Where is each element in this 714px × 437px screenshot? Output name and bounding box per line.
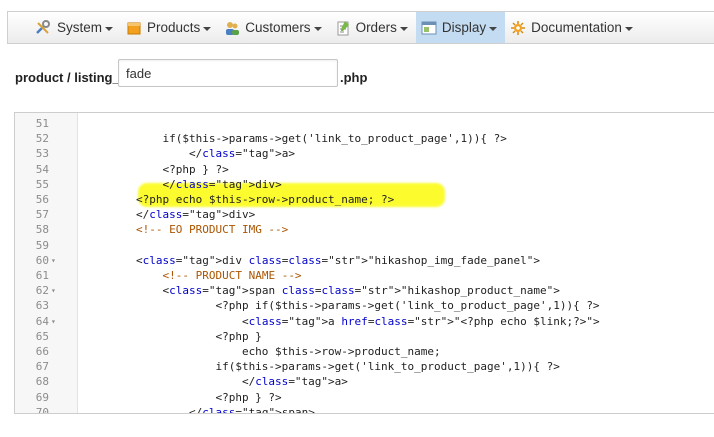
- code-text: </class="tag">span>: [83, 405, 315, 414]
- code-text: echo $this->row->product_name;: [83, 345, 441, 358]
- code-line: 59: [15, 238, 714, 253]
- chevron-down-icon: [203, 26, 212, 31]
- code-text: <?php }: [83, 329, 262, 343]
- code-text: <class="tag">span class=class="str">"hik…: [83, 284, 560, 298]
- line-number: 68: [35, 375, 49, 389]
- code-text: </class="tag">div>: [83, 177, 282, 191]
- code-text: <?php echo $this->row->product_name; ?>: [83, 193, 395, 206]
- code-text: <!-- PRODUCT NAME -->: [162, 269, 302, 282]
- tools-icon: [36, 20, 50, 34]
- line-number: 52: [35, 132, 49, 146]
- code-line: 56 <?php echo $this->row->product_name; …: [15, 192, 714, 207]
- display-icon: [421, 21, 437, 35]
- line-number: 55: [35, 177, 49, 191]
- code-text: if($this->params->get('link_to_product_p…: [83, 132, 507, 146]
- code-text: </class="tag">div>: [83, 208, 256, 222]
- menu-documentation-label: Documentation: [531, 20, 622, 35]
- line-number: 53: [35, 147, 49, 161]
- filename-input[interactable]: [118, 59, 338, 87]
- code-line: 67 if($this->params->get('link_to_produc…: [15, 359, 714, 374]
- orders-icon: [337, 21, 349, 36]
- line-number: 69: [35, 390, 49, 404]
- line-number: 64: [35, 314, 49, 328]
- menu-display-label: Display: [441, 20, 487, 35]
- code-text: </class="tag">a>: [83, 375, 348, 389]
- code-line: 58 <!-- EO PRODUCT IMG -->: [15, 222, 714, 237]
- line-number: 56: [35, 193, 49, 206]
- line-number: 66: [35, 345, 49, 358]
- code-line: 51: [15, 116, 714, 131]
- menu-system[interactable]: System: [8, 12, 121, 43]
- code-text: <?php } ?>: [83, 390, 282, 404]
- code-line: 62 ▾ <class="tag">span class=class="str">…: [15, 283, 714, 298]
- fold-arrow-icon[interactable]: ▾: [51, 253, 56, 268]
- documentation-icon: [511, 21, 526, 35]
- menu-orders-label: Orders: [355, 20, 397, 35]
- code-text: if($this->params->get('link_to_product_p…: [83, 360, 560, 374]
- top-menu-bar: System Products Customers Orders Display…: [7, 11, 714, 44]
- code-line: 60 ▾ <class="tag">div class=class="str">"…: [15, 253, 714, 268]
- chevron-down-icon: [624, 26, 633, 31]
- menu-documentation[interactable]: Documentation: [505, 12, 641, 43]
- code-text: <class="tag">div class=class="str">"hika…: [83, 253, 541, 267]
- line-number: 51: [35, 117, 49, 130]
- code-line: 54 <?php } ?>: [15, 162, 714, 177]
- line-number: 58: [35, 223, 49, 237]
- line-number: 62: [35, 284, 49, 298]
- menu-customers[interactable]: Customers: [219, 12, 329, 43]
- chevron-down-icon: [313, 26, 322, 31]
- code-line: 70 </class="tag">span>: [15, 405, 714, 414]
- line-number: 57: [35, 208, 49, 222]
- code-line: 61 <!-- PRODUCT NAME -->: [15, 268, 714, 283]
- line-number: 65: [35, 329, 49, 343]
- code-text: <!-- EO PRODUCT IMG -->: [135, 223, 289, 237]
- code-line: 55 </class="tag">div>: [15, 177, 714, 192]
- chevron-down-icon: [105, 26, 114, 31]
- code-line: 68 </class="tag">a>: [15, 374, 714, 389]
- code-line: 63 <?php if($this->params->get('link_to_…: [15, 298, 714, 313]
- menu-products-label: Products: [147, 20, 201, 35]
- customers-icon: [226, 22, 240, 35]
- code-line: 57 </class="tag">div>: [15, 207, 714, 222]
- fold-arrow-icon[interactable]: ▾: [51, 314, 56, 329]
- code-line: 53 </class="tag">a>: [15, 146, 714, 161]
- menu-system-label: System: [57, 20, 103, 35]
- file-path-prefix: product / listing_: [15, 70, 120, 85]
- line-number: 67: [35, 360, 49, 374]
- code-line: 52 if($this->params->get('link_to_produc…: [15, 131, 714, 146]
- fold-arrow-icon[interactable]: ▾: [51, 283, 56, 298]
- code-text: <?php if($this->params->get('link_to_pro…: [83, 299, 600, 313]
- line-number: 60: [35, 253, 49, 267]
- line-number: 70: [35, 405, 49, 414]
- line-number: 63: [35, 299, 49, 313]
- code-line: 64 ▾ <class="tag">a href=class="str">"<?p…: [15, 314, 714, 329]
- menu-products[interactable]: Products: [121, 12, 219, 43]
- code-line: 66 echo $this->row->product_name;: [15, 344, 714, 359]
- box-icon: [127, 22, 141, 35]
- code-text: <class="tag">a href=class="str">"<?php e…: [83, 314, 600, 328]
- code-editor[interactable]: 51 52 if($this->params->get('link_to_prod…: [14, 112, 714, 414]
- code-text: <?php } ?>: [83, 162, 229, 176]
- line-number: 59: [35, 238, 49, 252]
- chevron-down-icon: [489, 26, 498, 31]
- menu-display[interactable]: Display: [415, 12, 506, 43]
- code-line: 69 <?php } ?>: [15, 390, 714, 405]
- code-text: </class="tag">a>: [83, 147, 295, 161]
- line-number: 61: [35, 269, 49, 282]
- line-number: 54: [35, 162, 49, 176]
- menu-orders[interactable]: Orders: [330, 12, 416, 43]
- menu-customers-label: Customers: [245, 20, 311, 35]
- file-path-suffix: .php: [340, 70, 368, 85]
- code-line: 65 <?php }: [15, 329, 714, 344]
- chevron-down-icon: [399, 26, 408, 31]
